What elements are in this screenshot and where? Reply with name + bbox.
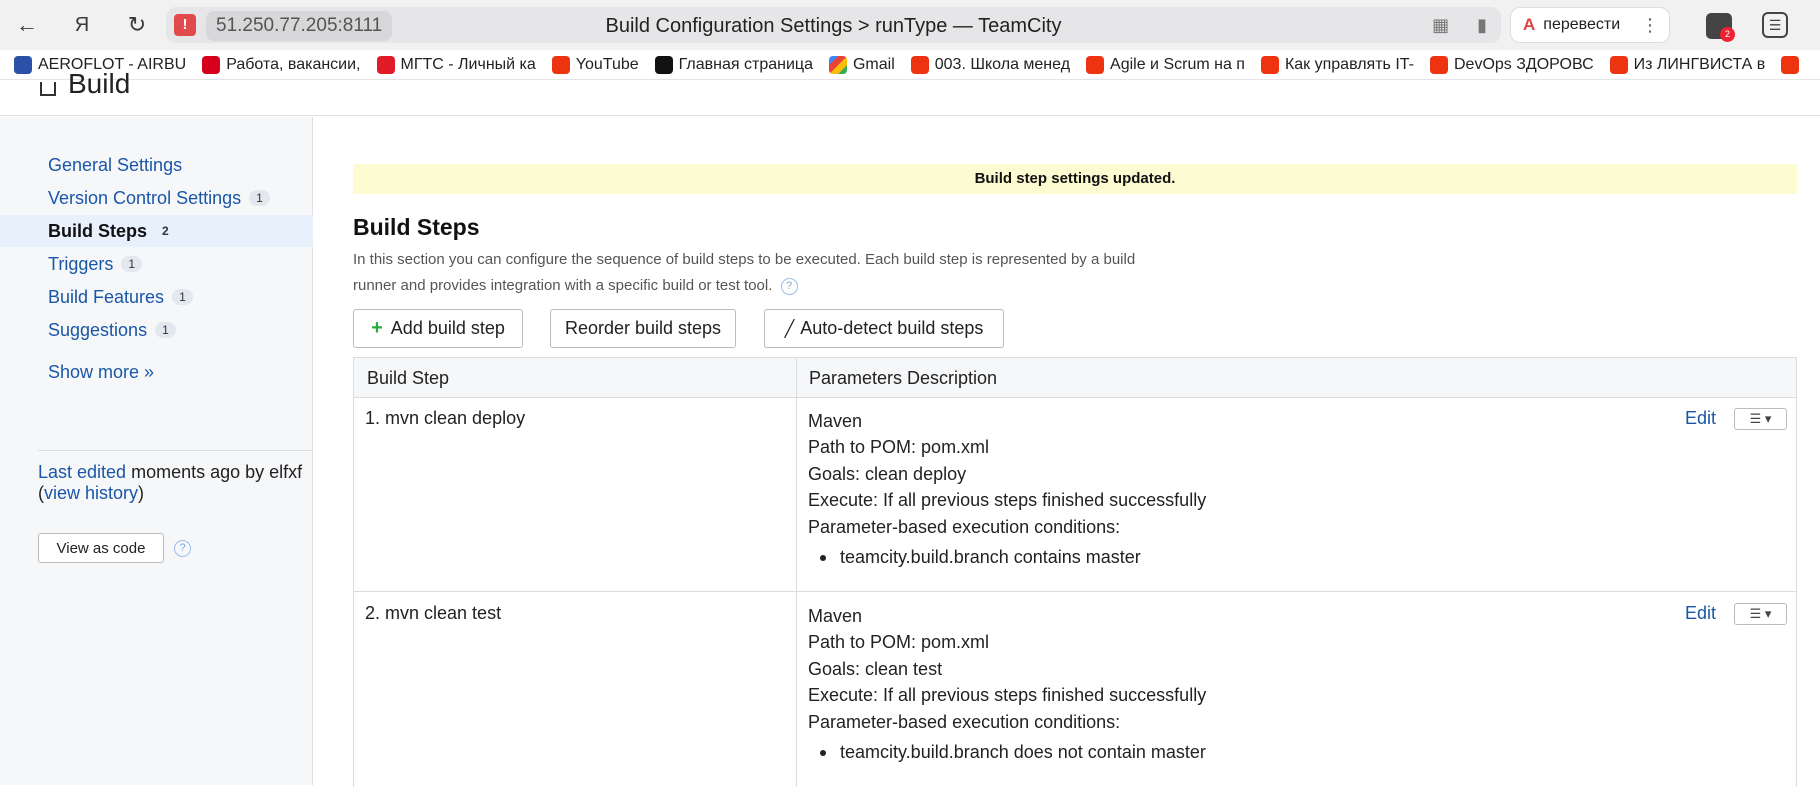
last-edited-text: moments ago by elfxf (126, 462, 303, 482)
reload-icon[interactable]: ↻ (117, 5, 157, 45)
sidebar-item-triggers[interactable]: Triggers 1 (0, 248, 313, 280)
reorder-build-steps-button[interactable]: Reorder build steps (550, 309, 736, 348)
divider (38, 450, 313, 451)
table-row[interactable]: 1. mvn clean deploy Maven Path to POM: p… (354, 398, 1796, 592)
step-actions-dropdown[interactable]: ☰ ▾ (1734, 408, 1787, 430)
count-badge: 2 (162, 224, 169, 238)
sidebar-item-suggestions[interactable]: Suggestions 1 (0, 314, 313, 346)
translate-page-icon[interactable]: ▦ (1432, 15, 1449, 36)
magic-wand-icon: ╱ (784, 320, 795, 338)
translate-button[interactable]: A перевести ⋮ (1510, 7, 1670, 43)
bookmark-item[interactable]: Gmail (828, 55, 895, 74)
success-notice: Build step settings updated. (353, 164, 1797, 194)
last-edited-info: Last edited moments ago by elfxf (view hi… (38, 462, 303, 503)
build-steps-table: Build Step Parameters Description 1. mvn… (353, 357, 1797, 787)
back-icon[interactable]: ← (7, 5, 47, 45)
page-title: Build (68, 68, 131, 99)
plus-icon: + (371, 317, 383, 339)
bookmark-item[interactable]: 003. Школа менед (910, 55, 1070, 74)
table-header: Build Step Parameters Description (354, 358, 1796, 398)
youtube-icon (1429, 55, 1448, 74)
bookmark-item[interactable]: Работа, вакансии, (202, 55, 361, 74)
more-icon[interactable]: ⋮ (1641, 15, 1659, 36)
youtube-icon (1609, 55, 1628, 74)
sidebar-item-version-control[interactable]: Version Control Settings 1 (0, 182, 313, 214)
step-parameters: Maven Path to POM: pom.xml Goals: clean … (808, 603, 1206, 765)
address-bar[interactable]: ! 51.250.77.205:8111 Build Configuration… (166, 7, 1501, 43)
bookmark-item[interactable]: Как управлять IT- (1260, 55, 1414, 74)
sidebar-item-general-settings[interactable]: General Settings (0, 149, 313, 181)
bookmark-item[interactable]: Из ЛИНГВИСТА в (1609, 55, 1765, 74)
section-description: In this section you can configure the se… (353, 251, 1136, 295)
bookmark-icon[interactable]: ▮ (1477, 15, 1487, 36)
youtube-icon (1781, 55, 1800, 74)
chevron-down-icon: ▾ (1764, 606, 1772, 621)
column-header-parameters: Parameters Description (809, 368, 998, 388)
list-icon: ☰ (1749, 606, 1762, 621)
yandex-icon[interactable]: Я (62, 5, 102, 45)
star-icon (654, 55, 673, 74)
last-edited-link[interactable]: Last edited (38, 462, 126, 482)
warning-icon[interactable]: ! (174, 14, 196, 36)
bookmark-item[interactable]: DevOps ЗДОРОВС (1429, 55, 1594, 74)
hh-icon (202, 55, 221, 74)
condition-item: teamcity.build.branch contains master (808, 544, 1206, 570)
column-header-build-step: Build Step (367, 368, 450, 388)
main-content: Build step settings updated. Build Steps… (314, 117, 1820, 787)
count-badge: 1 (121, 256, 143, 272)
extension-icon[interactable]: 2 (1706, 13, 1735, 42)
build-config-icon (40, 82, 56, 96)
chevron-down-icon: ▾ (1764, 411, 1772, 426)
sidebar-item-build-steps[interactable]: Build Steps 2 (0, 215, 313, 247)
view-as-code-button[interactable]: View as code (38, 533, 164, 563)
youtube-icon (1260, 55, 1279, 74)
step-parameters: Maven Path to POM: pom.xml Goals: clean … (808, 408, 1206, 570)
bookmark-item[interactable]: YouTube (551, 55, 639, 74)
settings-sidebar: General Settings Version Control Setting… (0, 117, 313, 785)
table-row[interactable]: 2. mvn clean test Maven Path to POM: pom… (354, 593, 1796, 787)
sidebar-item-build-features[interactable]: Build Features 1 (0, 281, 313, 313)
gmail-icon (828, 55, 847, 74)
youtube-icon (1086, 55, 1105, 74)
aeroflot-icon (14, 55, 32, 74)
url-text[interactable]: 51.250.77.205:8111 (206, 11, 393, 41)
edit-step-link[interactable]: Edit (1685, 603, 1716, 624)
show-more-link[interactable]: Show more » (48, 362, 154, 383)
view-history-link[interactable]: view history (44, 483, 138, 503)
youtube-icon (910, 55, 929, 74)
condition-item: teamcity.build.branch does not contain m… (808, 739, 1206, 765)
page-header: Build (0, 68, 1820, 116)
browser-toolbar: ← Я ↻ ! 51.250.77.205:8111 Build Configu… (0, 0, 1820, 50)
step-name[interactable]: 2. mvn clean test (365, 603, 501, 624)
bookmarks-bar: AEROFLOT - AIRBU Работа, вакансии, МГТС … (0, 50, 1820, 80)
auto-detect-build-steps-button[interactable]: ╱ Auto-detect build steps (764, 309, 1004, 348)
step-name[interactable]: 1. mvn clean deploy (365, 408, 525, 429)
list-icon: ☰ (1749, 411, 1762, 426)
bookmark-item[interactable]: МГТС - Личный ка (376, 55, 536, 74)
translate-icon: A (1523, 15, 1536, 34)
youtube-icon (551, 55, 570, 74)
help-icon[interactable]: ? (174, 540, 191, 557)
bookmark-item[interactable] (1781, 55, 1805, 74)
extension-badge: 2 (1720, 27, 1735, 42)
collections-icon[interactable]: ☰ (1762, 12, 1788, 38)
edit-step-link[interactable]: Edit (1685, 408, 1716, 429)
count-badge: 1 (172, 289, 193, 305)
mgts-icon (376, 55, 395, 74)
translate-label: перевести (1543, 16, 1621, 33)
step-actions-dropdown[interactable]: ☰ ▾ (1734, 603, 1787, 625)
help-icon[interactable]: ? (780, 277, 798, 295)
count-badge: 1 (249, 190, 270, 206)
bookmark-item[interactable]: Agile и Scrum на п (1086, 55, 1245, 74)
count-badge: 1 (155, 322, 176, 338)
section-heading: Build Steps (353, 214, 480, 240)
bookmark-item[interactable]: Главная страница (654, 55, 813, 74)
add-build-step-button[interactable]: + Add build step (353, 309, 523, 348)
